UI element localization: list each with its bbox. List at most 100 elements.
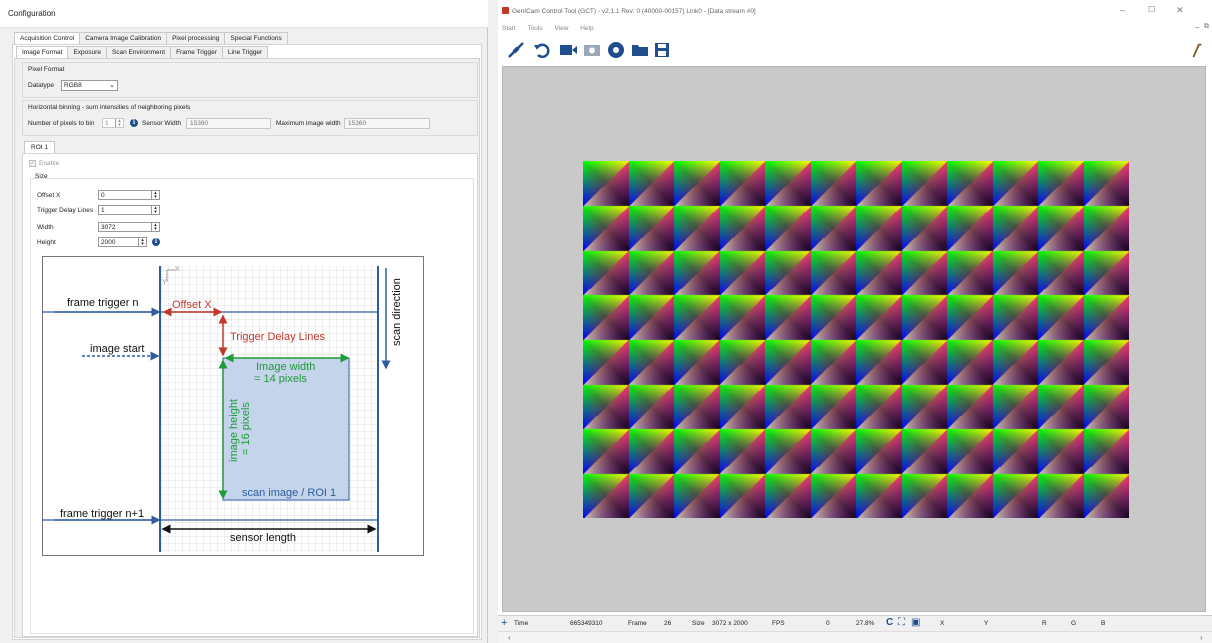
offset-x-value: 0: [101, 192, 105, 199]
spin-arrows-icon[interactable]: ▴ ▾: [151, 206, 159, 215]
axis-y-label: Y: [162, 279, 167, 286]
chevron-down-icon: ⌄: [109, 82, 115, 89]
maximize-icon[interactable]: ☐: [1148, 5, 1155, 14]
reset-zoom-icon[interactable]: C: [886, 617, 893, 628]
enable-checkbox[interactable]: ✓: [29, 160, 36, 167]
info-icon[interactable]: i: [152, 238, 160, 246]
max-width-field: 15360: [344, 118, 430, 129]
snapshot-icon[interactable]: [582, 40, 602, 60]
tab-pixel-processing[interactable]: Pixel processing: [166, 32, 226, 44]
rgb-test-pattern-image: [583, 161, 1129, 518]
top-tabs: Acquisition Control Camera Image Calibra…: [14, 32, 288, 45]
frame-trigger-n-label: frame trigger n: [67, 297, 139, 309]
connect-icon[interactable]: [506, 40, 526, 60]
spin-arrows-icon[interactable]: ▴ ▾: [138, 238, 146, 247]
offset-x-diagram-label: Offset X: [172, 299, 212, 311]
height-spinbox[interactable]: 2000 ▴ ▾: [98, 237, 147, 247]
app-logo-icon: [502, 7, 509, 14]
menubar: Start Tools View Help – ⧉: [498, 22, 1212, 36]
scan-image-label: scan image / ROI 1: [242, 487, 336, 499]
image-width-label-1: Image width: [256, 361, 315, 373]
close-icon[interactable]: ✕: [1176, 5, 1184, 16]
sensor-width-field: 15360: [186, 118, 271, 129]
tab-scan-environment[interactable]: Scan Environment: [105, 46, 172, 58]
vendor-logo-icon: [1192, 43, 1202, 58]
tab-exposure[interactable]: Exposure: [67, 46, 107, 58]
frame-trigger-n1-label: frame trigger n+1: [60, 508, 144, 520]
fit-view-icon[interactable]: ⛶: [898, 617, 905, 628]
num-pixels-value: 1: [105, 120, 109, 127]
x-label: X: [940, 620, 945, 627]
frame-label: Frame: [628, 620, 647, 627]
datatype-value: RGB8: [64, 82, 82, 89]
image-start-label: image start: [90, 343, 144, 355]
image-height-label-2: = 16 pixels: [240, 402, 252, 455]
tab-camera-image-calibration[interactable]: Camera Image Calibration: [79, 32, 168, 44]
trigger-delay-spinbox[interactable]: 1 ▴ ▾: [98, 205, 160, 215]
menu-start[interactable]: Start: [502, 25, 516, 32]
trigger-delay-label: Trigger Delay Lines: [37, 207, 94, 214]
sub-tabs: Image Format Exposure Scan Environment F…: [16, 46, 269, 59]
open-folder-icon[interactable]: [630, 40, 650, 60]
time-label: Time: [514, 620, 529, 627]
play-icon[interactable]: [606, 40, 626, 60]
menu-help[interactable]: Help: [580, 25, 593, 32]
spin-arrows-icon[interactable]: ▴ ▾: [151, 223, 159, 232]
trigger-delay-diagram-label: Trigger Delay Lines: [230, 331, 325, 343]
horizontal-scrollbar[interactable]: ‹ ›: [498, 631, 1212, 643]
image-height-label-1: image height: [228, 399, 240, 462]
info-icon[interactable]: i: [130, 119, 138, 127]
mdi-restore-icon[interactable]: ⧉: [1204, 23, 1209, 31]
g-label: G: [1071, 620, 1077, 627]
width-spinbox[interactable]: 3072 ▴ ▾: [98, 222, 160, 232]
fps-label: FPS: [772, 620, 785, 627]
status-bar: + Time 665349310 Frame 26 Size 3072 x 20…: [498, 615, 1212, 631]
datatype-select[interactable]: RGB8 ⌄: [61, 80, 118, 91]
axis-x-label: X: [175, 266, 180, 273]
window-title: Configuration: [0, 0, 488, 28]
num-pixels-spinbox[interactable]: 1 ▴ ▾: [102, 118, 124, 128]
menu-tools[interactable]: Tools: [527, 25, 542, 32]
save-view-icon[interactable]: ▣: [911, 617, 920, 628]
tab-line-trigger[interactable]: Line Trigger: [221, 46, 269, 58]
sensor-width-label: Sensor Width: [142, 120, 182, 127]
tab-special-functions[interactable]: Special Functions: [224, 32, 288, 44]
roi-tabs: ROI 1: [24, 141, 55, 154]
binning-label: Horizontal binning - sum intensities of …: [28, 104, 191, 111]
r-label: R: [1042, 620, 1047, 627]
spin-arrows-icon[interactable]: ▴ ▾: [151, 191, 159, 200]
image-view[interactable]: [502, 66, 1206, 612]
minimize-icon[interactable]: –: [1120, 5, 1125, 15]
menu-view[interactable]: View: [554, 25, 568, 32]
width-value: 3072: [101, 224, 116, 231]
mdi-minimize-icon[interactable]: –: [1195, 23, 1199, 32]
gct-window: GenICam Control Tool (GCT) - v2.1.1 Rev:…: [498, 0, 1212, 643]
tab-frame-trigger[interactable]: Frame Trigger: [170, 46, 223, 58]
roi-diagram: X Y frame trigger n Offset X Trigger Del…: [42, 256, 424, 556]
pixel-format-label: Pixel Format: [28, 66, 65, 73]
size-label: Size: [692, 620, 705, 627]
size-value: 3072 x 2000: [712, 620, 748, 627]
height-value: 2000: [101, 239, 116, 246]
zoom-value: 27.8%: [856, 620, 875, 627]
refresh-icon[interactable]: [532, 40, 552, 60]
trigger-delay-value: 1: [101, 207, 105, 214]
record-video-icon[interactable]: [558, 40, 578, 60]
scroll-right-icon[interactable]: ›: [1200, 633, 1203, 642]
enable-label: Enable: [39, 160, 60, 167]
toolbar: [498, 36, 1212, 66]
image-width-label-2: = 14 pixels: [254, 373, 307, 385]
spin-arrows-icon[interactable]: ▴ ▾: [115, 119, 123, 128]
b-label: B: [1101, 620, 1106, 627]
scroll-left-icon[interactable]: ‹: [508, 633, 511, 642]
frame-value: 26: [664, 620, 672, 627]
width-label: Width: [37, 224, 54, 231]
gct-title: GenICam Control Tool (GCT) - v2.1.1 Rev:…: [512, 8, 756, 15]
crosshair-icon[interactable]: +: [501, 617, 507, 629]
save-icon[interactable]: [652, 40, 672, 60]
max-width-label: Maximum image width: [276, 120, 341, 127]
time-value: 665349310: [570, 620, 603, 627]
offset-x-label: Offset X: [37, 192, 61, 199]
offset-x-spinbox[interactable]: 0 ▴ ▾: [98, 190, 160, 200]
scan-direction-label: scan direction: [391, 278, 403, 346]
